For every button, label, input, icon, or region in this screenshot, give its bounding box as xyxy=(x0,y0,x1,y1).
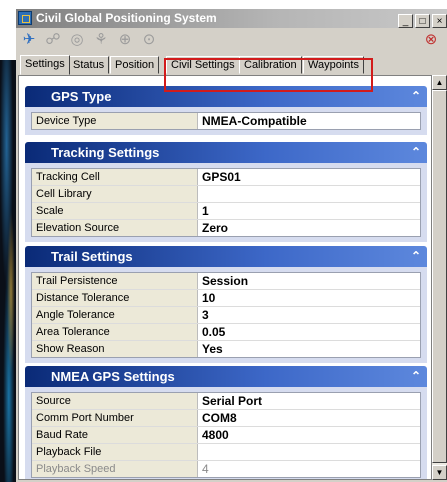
property-value[interactable]: 4800 xyxy=(198,427,420,443)
scroll-up-icon[interactable]: ▲ xyxy=(432,75,447,90)
property-row[interactable]: Baud Rate 4800 xyxy=(32,427,420,444)
disconnect-icon[interactable]: ⊗ xyxy=(422,31,440,49)
collapse-icon[interactable]: ⌃ xyxy=(411,142,421,163)
section-gps-type: GPS Type ⌃ Device Type NMEA-Compatible xyxy=(25,86,427,135)
tab-position[interactable]: Position xyxy=(110,56,160,74)
property-value[interactable]: 0.05 xyxy=(198,324,420,340)
section-body: Tracking Cell GPS01 Cell Library Scale 1… xyxy=(25,163,427,242)
property-value[interactable]: 1 xyxy=(198,203,420,219)
window-controls: _ □ × xyxy=(396,11,447,29)
scroll-down-icon[interactable]: ▼ xyxy=(432,465,447,480)
property-row[interactable]: Distance Tolerance 10 xyxy=(32,290,420,307)
property-value[interactable]: 10 xyxy=(198,290,420,306)
section-tracking-settings: Tracking Settings ⌃ Tracking Cell GPS01 … xyxy=(25,142,427,242)
window-title: Civil Global Positioning System xyxy=(36,11,217,25)
vertical-scrollbar[interactable]: ▲ ▼ xyxy=(432,75,447,480)
gps-connect-icon[interactable]: ✈ xyxy=(20,31,38,49)
maximize-button[interactable]: □ xyxy=(415,14,430,28)
collapse-icon[interactable]: ⌃ xyxy=(411,366,421,387)
gps-window: Civil Global Positioning System _ □ × ✈ ☍ … xyxy=(16,9,447,482)
property-row[interactable]: Source Serial Port xyxy=(32,393,420,410)
property-label: Angle Tolerance xyxy=(32,307,198,323)
property-value[interactable]: Zero xyxy=(198,220,420,236)
property-row[interactable]: Cell Library xyxy=(32,186,420,203)
property-grid: Trail Persistence Session Distance Toler… xyxy=(31,272,421,358)
section-header[interactable]: Trail Settings ⌃ xyxy=(25,246,427,267)
section-title: NMEA GPS Settings xyxy=(51,369,175,384)
highlight-box xyxy=(164,58,373,92)
collapse-icon[interactable]: ⌃ xyxy=(411,246,421,267)
property-label: Show Reason xyxy=(32,341,198,357)
property-value[interactable]: COM8 xyxy=(198,410,420,426)
property-label: Area Tolerance xyxy=(32,324,198,340)
property-row[interactable]: Elevation Source Zero xyxy=(32,220,420,236)
property-label: Playback File xyxy=(32,444,198,460)
gps-track-icon[interactable]: ⚘ xyxy=(92,31,110,49)
section-title: Tracking Settings xyxy=(51,145,160,160)
gps-crosshair-icon[interactable]: ⊕ xyxy=(116,31,134,49)
close-button[interactable]: × xyxy=(432,14,447,28)
property-value[interactable] xyxy=(198,186,420,202)
property-label: Baud Rate xyxy=(32,427,198,443)
property-value[interactable]: Serial Port xyxy=(198,393,420,409)
property-label: Source xyxy=(32,393,198,409)
section-header[interactable]: NMEA GPS Settings ⌃ xyxy=(25,366,427,387)
property-value[interactable] xyxy=(198,444,420,460)
app-icon xyxy=(18,11,32,25)
property-grid: Device Type NMEA-Compatible xyxy=(31,112,421,130)
scroll-thumb[interactable] xyxy=(432,90,447,463)
property-row[interactable]: Angle Tolerance 3 xyxy=(32,307,420,324)
property-label: Scale xyxy=(32,203,198,219)
tab-status[interactable]: Status xyxy=(68,56,110,74)
collapse-icon[interactable]: ⌃ xyxy=(411,86,421,107)
toolbar: ✈ ☍ ◎ ⚘ ⊕ ⊙ ⊗ xyxy=(16,28,447,52)
tab-settings[interactable]: Settings xyxy=(20,55,70,75)
property-label: Distance Tolerance xyxy=(32,290,198,306)
property-label: Device Type xyxy=(32,113,198,129)
section-nmea-gps-settings: NMEA GPS Settings ⌃ Source Serial Port C… xyxy=(25,366,427,479)
property-value[interactable]: 3 xyxy=(198,307,420,323)
section-title: Trail Settings xyxy=(51,249,133,264)
property-row[interactable]: Device Type NMEA-Compatible xyxy=(32,113,420,129)
gps-target-icon[interactable]: ◎ xyxy=(68,31,86,49)
property-row[interactable]: Tracking Cell GPS01 xyxy=(32,169,420,186)
property-label: Elevation Source xyxy=(32,220,198,236)
property-label: Trail Persistence xyxy=(32,273,198,289)
property-row[interactable]: Trail Persistence Session xyxy=(32,273,420,290)
section-title: GPS Type xyxy=(51,89,112,104)
settings-panel: GPS Type ⌃ Device Type NMEA-Compatible T… xyxy=(18,75,432,480)
property-label: Playback Speed xyxy=(32,461,198,477)
section-trail-settings: Trail Settings ⌃ Trail Persistence Sessi… xyxy=(25,246,427,363)
section-body: Device Type NMEA-Compatible xyxy=(25,107,427,135)
property-label: Tracking Cell xyxy=(32,169,198,185)
property-value[interactable]: Session xyxy=(198,273,420,289)
property-value[interactable]: Yes xyxy=(198,341,420,357)
property-row[interactable]: Comm Port Number COM8 xyxy=(32,410,420,427)
property-label: Comm Port Number xyxy=(32,410,198,426)
property-row[interactable]: Scale 1 xyxy=(32,203,420,220)
property-value: 4 xyxy=(202,462,209,476)
property-row[interactable]: Playback File xyxy=(32,444,420,461)
property-value[interactable]: GPS01 xyxy=(198,169,420,185)
section-header[interactable]: Tracking Settings ⌃ xyxy=(25,142,427,163)
gps-circle-icon[interactable]: ⊙ xyxy=(140,31,158,49)
minimize-button[interactable]: _ xyxy=(398,14,413,28)
title-bar[interactable]: Civil Global Positioning System _ □ × xyxy=(16,9,447,28)
property-row[interactable]: Show Reason Yes xyxy=(32,341,420,357)
section-body: Trail Persistence Session Distance Toler… xyxy=(25,267,427,363)
property-grid: Source Serial Port Comm Port Number COM8… xyxy=(31,392,421,478)
property-row[interactable]: Area Tolerance 0.05 xyxy=(32,324,420,341)
property-value[interactable]: NMEA-Compatible xyxy=(198,113,420,129)
property-grid: Tracking Cell GPS01 Cell Library Scale 1… xyxy=(31,168,421,237)
property-label: Cell Library xyxy=(32,186,198,202)
section-body: Source Serial Port Comm Port Number COM8… xyxy=(25,387,427,479)
property-row: Playback Speed 4 xyxy=(32,461,420,477)
gps-point-icon[interactable]: ☍ xyxy=(44,31,62,49)
